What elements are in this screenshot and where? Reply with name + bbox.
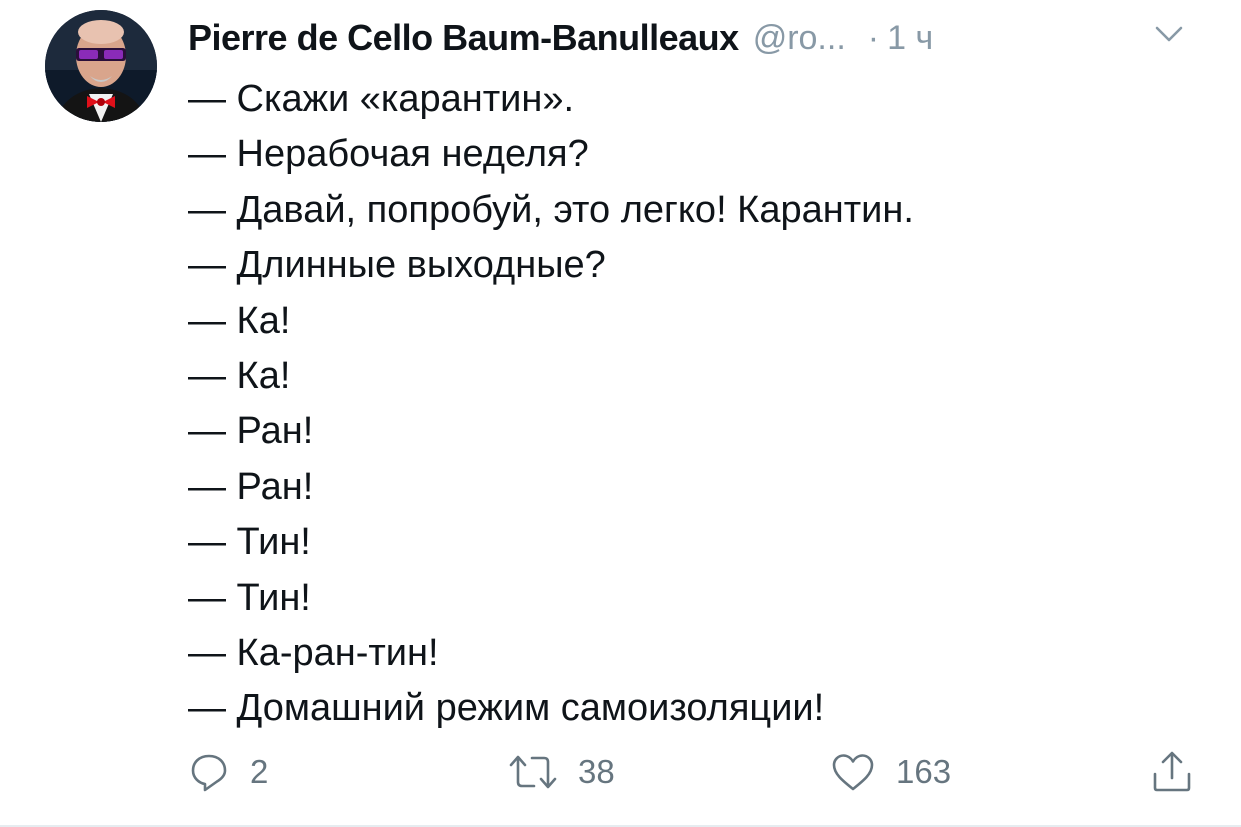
tweet-line: — Ка! xyxy=(188,299,291,342)
author-handle[interactable]: @ro... xyxy=(753,19,846,58)
like-count: 163 xyxy=(896,753,952,790)
tweet-line: — Ка-ран-тин! xyxy=(188,631,439,674)
tweet-line: — Тин! xyxy=(188,576,311,619)
reply-icon xyxy=(191,754,227,792)
heart-icon xyxy=(832,754,874,791)
retweet-icon xyxy=(509,755,557,789)
tweet-line: — Нерабочая неделя? xyxy=(188,133,589,176)
tweet-text: — Скажи «карантин». — Нерабочая неделя? … xyxy=(188,72,914,737)
share-icon xyxy=(1153,751,1191,792)
avatar[interactable] xyxy=(45,10,157,122)
retweet-count: 38 xyxy=(578,753,615,790)
reply-count: 2 xyxy=(250,753,269,790)
tweet-line: — Длинные выходные? xyxy=(188,244,606,287)
tweet-line: — Ран! xyxy=(188,410,314,453)
more-options-button[interactable] xyxy=(1150,20,1188,50)
retweet-button[interactable]: 38 xyxy=(508,742,615,802)
chevron-down-icon xyxy=(1155,26,1183,42)
share-button[interactable] xyxy=(1150,742,1194,802)
tweet-line: — Тин! xyxy=(188,521,311,564)
reply-button[interactable]: 2 xyxy=(188,742,268,802)
tweet-header: Pierre de Cello Baum-Banulleaux @ro... ·… xyxy=(188,14,1218,62)
author-display-name[interactable]: Pierre de Cello Baum-Banulleaux xyxy=(188,17,739,59)
tweet-line: — Ран! xyxy=(188,465,314,508)
header-separator: · xyxy=(867,18,880,57)
tweet-timestamp[interactable]: 1 ч xyxy=(887,19,933,58)
tweet-line: — Скажи «карантин». xyxy=(188,78,575,120)
tweet-line: — Ка! xyxy=(188,354,291,397)
tweet-actions: 2 38 163 xyxy=(188,742,1198,802)
tweet-line: — Домашний режим самоизоляции! xyxy=(188,687,825,730)
like-button[interactable]: 163 xyxy=(830,742,951,802)
tweet-line: — Давай, попробуй, это легко! Карантин. xyxy=(188,188,914,231)
avatar-portrait-icon xyxy=(45,10,157,122)
